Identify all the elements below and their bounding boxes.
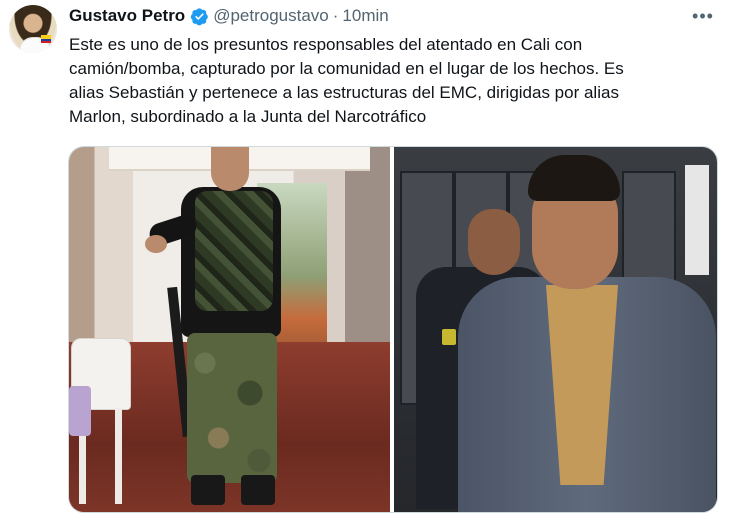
media-image-2[interactable]	[394, 147, 717, 512]
verified-badge-icon	[190, 7, 209, 25]
tweet-header: Gustavo Petro @petrogustavo · 10min	[69, 6, 389, 26]
separator-dot: ·	[332, 6, 339, 25]
tweet-text: Este es uno de los presuntos responsable…	[69, 35, 624, 126]
media-grid	[68, 146, 718, 513]
author-name[interactable]: Gustavo Petro	[69, 6, 185, 26]
plastic-chair	[69, 316, 131, 506]
more-options-icon[interactable]: •••	[690, 3, 716, 29]
media-image-1[interactable]	[69, 147, 390, 512]
author-handle[interactable]: @petrogustavo	[213, 6, 329, 26]
soldier-figure	[145, 147, 289, 512]
profile-avatar[interactable]	[9, 5, 57, 53]
detained-man-figure	[458, 155, 716, 512]
timestamp[interactable]: 10min	[342, 6, 388, 26]
flag-icon	[41, 35, 51, 43]
